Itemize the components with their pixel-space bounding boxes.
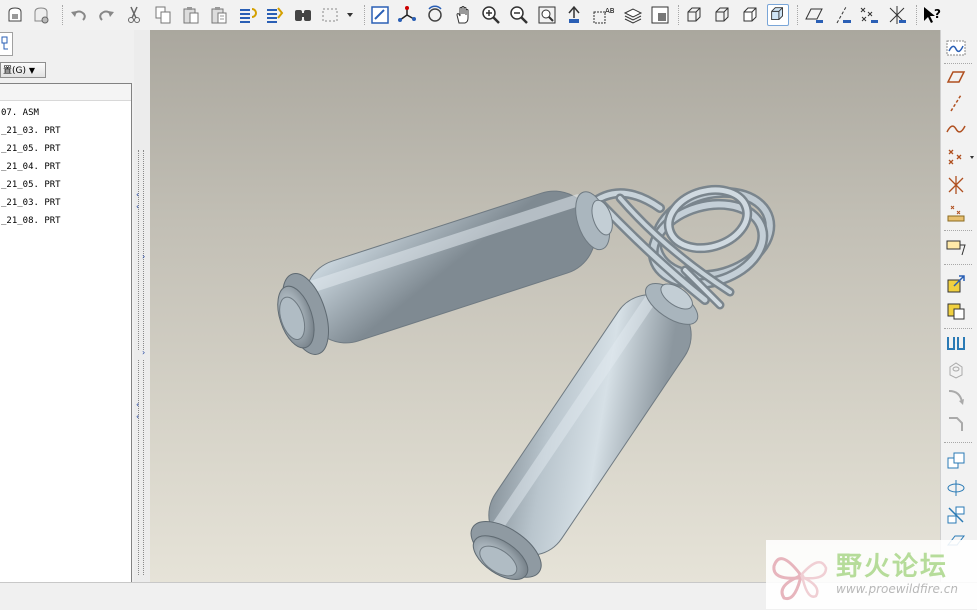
zoom-out-icon[interactable]: [508, 4, 530, 26]
package-component-icon[interactable]: [945, 300, 967, 322]
tree-item-part[interactable]: _21_05. PRT: [0, 176, 131, 194]
watermark-title: 野火论坛: [836, 552, 949, 582]
toolbar-separator: [62, 5, 64, 25]
rotate-tool-icon[interactable]: [945, 477, 967, 499]
context-help-icon[interactable]: ?: [921, 4, 943, 26]
appearance-icon[interactable]: [649, 4, 671, 26]
watermark-url: www.proewildfire.cn: [836, 582, 958, 596]
zoom-in-icon[interactable]: [480, 4, 502, 26]
note-tool-icon[interactable]: [945, 236, 967, 258]
plane-tool-icon[interactable]: [945, 66, 967, 88]
toolbar-separator: [916, 5, 918, 25]
feature-toolbar: [940, 30, 977, 582]
sash-grip[interactable]: [138, 150, 144, 350]
collapse-arrow-icon[interactable]: ‹: [136, 202, 139, 211]
redo-icon[interactable]: [95, 4, 117, 26]
model-tree-tab[interactable]: [0, 32, 13, 56]
collapse-arrow-icon[interactable]: ‹: [136, 400, 139, 409]
no-hidden-icon[interactable]: [739, 4, 761, 26]
handle-upper: [277, 190, 613, 355]
shading-icon[interactable]: [767, 4, 789, 26]
svg-text:?: ?: [934, 7, 941, 21]
sash-grip[interactable]: [138, 360, 144, 575]
save-icon[interactable]: [30, 4, 52, 26]
analysis-tool-icon[interactable]: [945, 202, 967, 224]
paste-special-icon[interactable]: [208, 4, 230, 26]
orient-mode-icon[interactable]: [424, 4, 446, 26]
refit-icon[interactable]: [536, 4, 558, 26]
handle-lower: [470, 283, 699, 580]
tree-item-part[interactable]: _21_03. PRT: [0, 122, 131, 140]
forum-watermark: 野火论坛 www.proewildfire.cn: [766, 540, 977, 609]
settings-dropdown[interactable]: 置(G) ▼: [0, 62, 46, 78]
mirror-tool-icon[interactable]: [945, 332, 967, 354]
chevron-down-icon: ▼: [28, 66, 36, 75]
repaint-icon[interactable]: [369, 4, 391, 26]
find-icon[interactable]: [292, 4, 314, 26]
sketch-tool-icon[interactable]: [945, 37, 967, 59]
panel-sash[interactable]: ‹ ‹ › › ‹ ‹: [134, 30, 150, 582]
regenerate-manager-icon[interactable]: [263, 4, 285, 26]
toolbar-separator: [678, 5, 680, 25]
tree-item-part[interactable]: _21_03. PRT: [0, 194, 131, 212]
expand-arrow-icon[interactable]: ›: [142, 252, 145, 261]
copy-tool-icon[interactable]: [945, 450, 967, 472]
expand-arrow-icon[interactable]: ›: [142, 348, 145, 357]
datum-planes-icon[interactable]: [803, 4, 825, 26]
open-file-icon[interactable]: [4, 4, 26, 26]
model-tree-header: [0, 84, 131, 101]
settings-label: 置(G): [3, 66, 26, 76]
axis-tool-icon[interactable]: [945, 92, 967, 114]
hidden-line-icon[interactable]: [711, 4, 733, 26]
datum-axes-icon[interactable]: [831, 4, 853, 26]
hand-gripper-model: [277, 184, 776, 580]
butterfly-logo-icon: [772, 557, 828, 601]
regenerate-icon[interactable]: [236, 4, 258, 26]
wireframe-icon[interactable]: [683, 4, 705, 26]
paste-icon[interactable]: [180, 4, 202, 26]
toolbar-separator: [364, 5, 366, 25]
point-tool-icon[interactable]: [945, 146, 975, 168]
layers-icon[interactable]: [622, 4, 644, 26]
svg-text:AB: AB: [605, 7, 615, 15]
view-manager-icon[interactable]: AB: [591, 4, 617, 26]
toolbar-separator: [944, 442, 972, 443]
tree-item-part[interactable]: _21_08. PRT: [0, 212, 131, 230]
pattern-tool-icon[interactable]: [945, 504, 967, 526]
curve-tool-icon[interactable]: [945, 118, 967, 140]
model-tree: 07. ASM _21_03. PRT _21_05. PRT _21_04. …: [0, 83, 132, 583]
chamfer-tool-icon[interactable]: [945, 413, 967, 435]
collapse-arrow-icon[interactable]: ‹: [136, 412, 139, 421]
csys-tool-icon[interactable]: [945, 174, 967, 196]
coord-systems-icon[interactable]: [886, 4, 908, 26]
tree-item-assembly[interactable]: 07. ASM: [0, 104, 131, 122]
select-box-dropdown[interactable]: [320, 4, 356, 26]
toolbar-separator: [944, 328, 972, 329]
graphics-viewport[interactable]: [150, 30, 940, 582]
place-component-icon[interactable]: [945, 273, 967, 295]
reorient-icon[interactable]: [563, 4, 585, 26]
toolbar-separator: [944, 264, 972, 265]
cut-icon[interactable]: [123, 4, 145, 26]
collapse-arrow-icon[interactable]: ‹: [136, 190, 139, 199]
tree-item-part[interactable]: _21_05. PRT: [0, 140, 131, 158]
pan-hand-icon[interactable]: [452, 4, 474, 26]
model-tree-panel: 置(G) ▼ 07. ASM _21_03. PRT _21_05. PRT _…: [0, 30, 134, 583]
hole-tool-icon[interactable]: [945, 359, 967, 381]
toolbar-separator: [944, 63, 972, 64]
datum-points-icon[interactable]: [858, 4, 880, 26]
spin-center-icon[interactable]: [396, 4, 418, 26]
copy-icon[interactable]: [152, 4, 174, 26]
tree-item-part[interactable]: _21_04. PRT: [0, 158, 131, 176]
main-toolbar: AB ?: [0, 0, 977, 31]
toolbar-separator: [797, 5, 799, 25]
undo-icon[interactable]: [68, 4, 90, 26]
toolbar-separator: [944, 230, 972, 231]
round-tool-icon[interactable]: [945, 386, 967, 408]
